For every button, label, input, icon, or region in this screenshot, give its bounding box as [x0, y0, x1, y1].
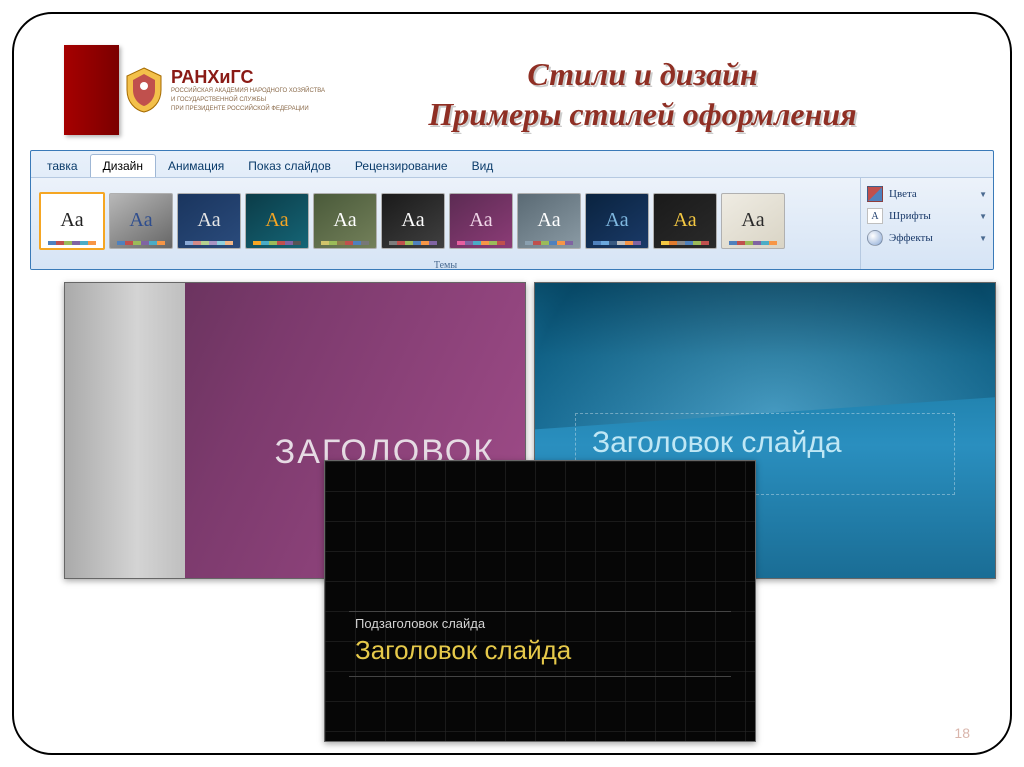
- theme-thumb-teal[interactable]: Aa: [245, 193, 309, 249]
- theme-thumb-navy[interactable]: Aa: [585, 193, 649, 249]
- slide-title: Стили и дизайн Примеры стилей оформления: [325, 46, 960, 134]
- theme-aa: Aa: [605, 209, 628, 232]
- theme-swatch: [729, 241, 777, 245]
- logo-emblem: [123, 66, 165, 114]
- theme-swatch: [321, 241, 369, 245]
- effects-dropdown[interactable]: Эффекты ▼: [867, 230, 987, 246]
- chevron-down-icon: ▼: [979, 190, 987, 199]
- logo-sub-line: ПРИ ПРЕЗИДЕНТЕ РОССИЙСКОЙ ФЕДЕРАЦИИ: [171, 106, 325, 113]
- colors-icon: [867, 186, 883, 202]
- theme-aa: Aa: [673, 209, 696, 232]
- tab-insert[interactable]: тавка: [35, 155, 90, 177]
- theme-thumb-dark-blue[interactable]: Aa: [177, 193, 241, 249]
- theme-thumb-magenta[interactable]: Aa: [449, 193, 513, 249]
- theme-aa: Aa: [333, 209, 356, 232]
- ribbon-right-panel: Цвета ▼ A Шрифты ▼ Эффекты ▼: [860, 178, 993, 269]
- tab-design[interactable]: Дизайн: [90, 154, 156, 177]
- theme-swatch: [389, 241, 437, 245]
- fonts-dropdown[interactable]: A Шрифты ▼: [867, 208, 987, 224]
- slide-header: РАНХиГС РОССИЙСКАЯ АКАДЕМИЯ НАРОДНОГО ХО…: [64, 38, 960, 142]
- colors-label: Цвета: [889, 188, 917, 200]
- tab-review[interactable]: Рецензирование: [343, 155, 460, 177]
- examples-area: ЗАГОЛОВОК СЛАЙДА Заголовок слайда Подзаг…: [64, 282, 960, 733]
- slide-root: РАНХиГС РОССИЙСКАЯ АКАДЕМИЯ НАРОДНОГО ХО…: [12, 12, 1012, 755]
- logo-text: РАНХиГС РОССИЙСКАЯ АКАДЕМИЯ НАРОДНОГО ХО…: [171, 68, 325, 113]
- fonts-icon: A: [867, 208, 883, 224]
- example-black-title: Заголовок слайда: [355, 635, 725, 666]
- theme-swatch: [185, 241, 233, 245]
- example-slide-black: Подзаголовок слайда Заголовок слайда: [324, 460, 756, 742]
- theme-thumb-olive[interactable]: Aa: [313, 193, 377, 249]
- title-line-2: Примеры стилей оформления: [325, 94, 960, 134]
- theme-swatch: [661, 241, 709, 245]
- theme-thumb-black[interactable]: Aa: [381, 193, 445, 249]
- theme-aa: Aa: [537, 209, 560, 232]
- theme-thumb-amber[interactable]: Aa: [653, 193, 717, 249]
- effects-icon: [867, 230, 883, 246]
- theme-aa: Aa: [197, 209, 220, 232]
- chevron-down-icon: ▼: [979, 212, 987, 221]
- themes-gallery: Aa Aa Aa Aa Aa Aa Aa Aa Aa Aa Aa Темы: [31, 178, 860, 269]
- theme-aa: Aa: [129, 209, 152, 232]
- themes-group-label: Темы: [31, 260, 860, 270]
- theme-aa: Aa: [265, 209, 288, 232]
- theme-thumb-steel[interactable]: Aa: [517, 193, 581, 249]
- logo-label: РАНХиГС: [171, 68, 325, 86]
- effects-label: Эффекты: [889, 232, 933, 244]
- example-black-textbox: Подзаголовок слайда Заголовок слайда: [349, 611, 731, 677]
- theme-swatch: [593, 241, 641, 245]
- example-black-subtitle: Подзаголовок слайда: [355, 616, 725, 631]
- theme-thumb-paper[interactable]: Aa: [721, 193, 785, 249]
- page-number: 18: [954, 725, 970, 741]
- theme-aa: Aa: [469, 209, 492, 232]
- theme-aa: Aa: [60, 209, 83, 232]
- theme-aa: Aa: [401, 209, 424, 232]
- example-purple-sideband: [65, 283, 185, 578]
- ribbon-body: Aa Aa Aa Aa Aa Aa Aa Aa Aa Aa Aa Темы Цвета ▼ A Шри…: [31, 177, 993, 269]
- theme-swatch: [48, 241, 96, 245]
- theme-swatch: [117, 241, 165, 245]
- logo-sub-line: РОССИЙСКАЯ АКАДЕМИЯ НАРОДНОГО ХОЗЯЙСТВА: [171, 88, 325, 95]
- title-line-1: Стили и дизайн: [325, 54, 960, 94]
- theme-swatch: [457, 241, 505, 245]
- ribbon-screenshot: тавка Дизайн Анимация Показ слайдов Реце…: [30, 150, 994, 270]
- theme-swatch: [253, 241, 301, 245]
- tab-slideshow[interactable]: Показ слайдов: [236, 155, 343, 177]
- theme-thumb-office[interactable]: Aa: [39, 192, 105, 250]
- logo-sub-line: И ГОСУДАРСТВЕННОЙ СЛУЖБЫ: [171, 97, 325, 104]
- theme-thumb-grey[interactable]: Aa: [109, 193, 173, 249]
- tab-view[interactable]: Вид: [460, 155, 506, 177]
- decorative-red-block: [64, 45, 119, 135]
- ribbon-tabs: тавка Дизайн Анимация Показ слайдов Реце…: [31, 151, 993, 177]
- example-aqua-title: Заголовок слайда: [592, 426, 938, 460]
- colors-dropdown[interactable]: Цвета ▼: [867, 186, 987, 202]
- theme-swatch: [525, 241, 573, 245]
- theme-aa: Aa: [741, 209, 764, 232]
- chevron-down-icon: ▼: [979, 234, 987, 243]
- fonts-label: Шрифты: [889, 210, 931, 222]
- tab-animation[interactable]: Анимация: [156, 155, 236, 177]
